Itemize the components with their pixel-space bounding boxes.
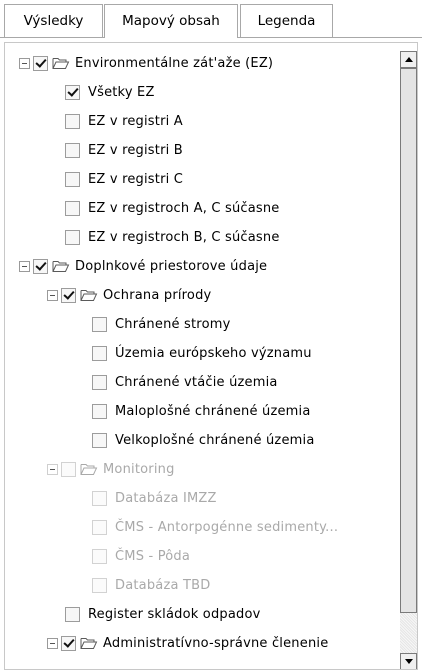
layer-checkbox[interactable] xyxy=(65,142,80,158)
tree-leaf-landfill-register: Register skládok odpadov xyxy=(65,600,261,628)
tree-node-label: EZ v registroch B, C súčasne xyxy=(88,229,280,245)
tab-vysledky[interactable]: Výsledky xyxy=(4,4,103,37)
vertical-scrollbar[interactable] xyxy=(400,51,417,669)
tree-node-label: Ochrana prírody xyxy=(103,287,212,303)
tree-leaf-large-protected-areas: Velkoplošné chránené územia xyxy=(92,426,314,454)
arrow-down-icon xyxy=(404,659,413,664)
tree-node-label: EZ v registri C xyxy=(88,171,184,187)
collapse-toggle[interactable] xyxy=(47,637,58,649)
layer-checkbox[interactable] xyxy=(92,403,107,419)
layer-checkbox[interactable] xyxy=(92,374,107,390)
tree-leaf-protected-trees: Chránené stromy xyxy=(92,310,230,338)
layer-checkbox[interactable] xyxy=(33,55,48,71)
tree-leaf-ez-register-a: EZ v registri A xyxy=(65,107,183,135)
layer-checkbox[interactable] xyxy=(92,345,107,361)
tree-node-supplementary-data: Doplnkové priestorove údaje xyxy=(19,252,267,280)
scrollbar-thumb[interactable] xyxy=(400,68,417,613)
tree-node-label: Doplnkové priestorove údaje xyxy=(75,258,268,274)
tree-leaf-bird-areas: Chránené vtáčie územia xyxy=(92,368,278,396)
layer-checkbox[interactable] xyxy=(61,287,76,303)
scroll-up-button[interactable] xyxy=(400,51,417,68)
collapse-toggle[interactable] xyxy=(47,463,58,475)
collapse-toggle[interactable] xyxy=(47,289,58,301)
tree-leaf-european-significance: Územia európskeho významu xyxy=(92,339,312,367)
tree-leaf-cms-sediments: ČMS - Antorpogénne sedimenty... xyxy=(92,513,338,541)
tree-node-label: Všetky EZ xyxy=(88,84,155,100)
tree-node-label: Databáza IMZZ xyxy=(115,490,217,506)
tree-leaf-cms-soil: ČMS - Pôda xyxy=(92,542,190,570)
folder-open-icon xyxy=(80,638,98,649)
tree-node-administrative-division: Administratívno-správne členenie xyxy=(47,629,328,657)
tree-node-label: Velkoplošné chránené územia xyxy=(115,432,315,448)
tree-node-environmental-burdens: Environmentálne zát'aže (EZ) xyxy=(19,49,273,77)
layer-checkbox[interactable] xyxy=(33,258,48,274)
arrow-up-icon xyxy=(404,57,413,62)
tree-leaf-small-protected-areas: Maloplošné chránené územia xyxy=(92,397,311,425)
collapse-toggle[interactable] xyxy=(19,260,30,272)
layer-checkbox[interactable] xyxy=(92,519,107,535)
tree-node-label: EZ v registri A xyxy=(88,113,183,129)
tree-node-label: Register skládok odpadov xyxy=(88,606,261,622)
tree-node-label: Chránené vtáčie územia xyxy=(115,374,278,390)
tree-node-label: Maloplošné chránené územia xyxy=(115,403,311,419)
tab-mapovy-obsah[interactable]: Mapový obsah xyxy=(104,4,238,38)
tree-node-monitoring: Monitoring xyxy=(47,455,175,483)
layer-checkbox[interactable] xyxy=(65,200,80,216)
layer-checkbox[interactable] xyxy=(65,229,80,245)
tree-leaf-tbd-database: Databáza TBD xyxy=(92,571,210,599)
tree-node-label: EZ v registroch A, C súčasne xyxy=(88,200,280,216)
layer-checkbox[interactable] xyxy=(65,606,80,622)
tab-bar: Výsledky Mapový obsah Legenda xyxy=(0,0,422,38)
collapse-toggle[interactable] xyxy=(19,57,30,69)
folder-open-icon xyxy=(80,464,98,475)
scroll-down-button[interactable] xyxy=(400,653,417,669)
tree-node-label: Monitoring xyxy=(103,461,175,477)
layer-checkbox[interactable] xyxy=(92,316,107,332)
layer-checkbox[interactable] xyxy=(92,432,107,448)
tree-node-label: Územia európskeho významu xyxy=(115,345,312,361)
map-content-panel: Environmentálne zát'aže (EZ) Všetky EZ E… xyxy=(4,42,418,670)
tree-node-label: Databáza TBD xyxy=(115,577,211,593)
tree-leaf-ez-register-b: EZ v registri B xyxy=(65,136,183,164)
tree-node-nature-protection: Ochrana prírody xyxy=(47,281,211,309)
tree-node-label: Environmentálne zát'aže (EZ) xyxy=(75,55,274,71)
tree-leaf-ez-registers-b-c: EZ v registroch B, C súčasne xyxy=(65,223,280,251)
folder-open-icon xyxy=(52,261,70,272)
layer-checkbox[interactable] xyxy=(61,635,76,651)
layer-checkbox[interactable] xyxy=(92,548,107,564)
layer-checkbox[interactable] xyxy=(92,490,107,506)
tree-node-label: ČMS - Antorpogénne sedimenty... xyxy=(115,519,339,535)
tree-node-label: Chránené stromy xyxy=(115,316,231,332)
tree-leaf-all-ez: Všetky EZ xyxy=(65,78,155,106)
tree-leaf-ez-register-c: EZ v registri C xyxy=(65,165,183,193)
tree-node-label: ČMS - Pôda xyxy=(115,548,191,564)
folder-open-icon xyxy=(52,58,70,69)
tree-leaf-ez-registers-a-c: EZ v registroch A, C súčasne xyxy=(65,194,280,222)
tree-node-label: Administratívno-správne členenie xyxy=(103,635,329,651)
tree-leaf-imzz-database: Databáza IMZZ xyxy=(92,484,217,512)
layer-checkbox[interactable] xyxy=(65,84,80,100)
tree-node-label: EZ v registri B xyxy=(88,142,183,158)
folder-open-icon xyxy=(80,290,98,301)
tab-legenda[interactable]: Legenda xyxy=(240,4,333,37)
layer-checkbox[interactable] xyxy=(65,171,80,187)
layer-checkbox[interactable] xyxy=(65,113,80,129)
layer-checkbox[interactable] xyxy=(92,577,107,593)
layer-checkbox[interactable] xyxy=(61,461,76,477)
